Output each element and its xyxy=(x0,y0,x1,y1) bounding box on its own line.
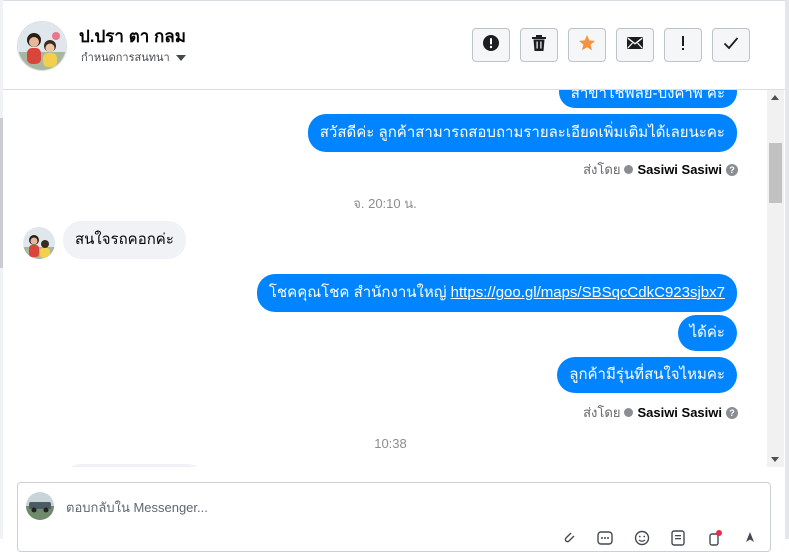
message-text: ได้ค่ะ xyxy=(689,324,725,341)
page-avatar xyxy=(26,492,54,520)
contact-avatar[interactable] xyxy=(17,21,67,71)
help-icon[interactable]: ? xyxy=(726,163,738,176)
timestamp-divider: จ. 20:10 น. xyxy=(353,196,417,211)
sender-name: Sasiwi Sasiwi xyxy=(637,162,722,177)
sent-by-label: ส่งโดย xyxy=(583,405,621,420)
attach-icon[interactable] xyxy=(560,529,580,547)
star-icon xyxy=(578,34,596,57)
conversation-settings-dropdown[interactable]: กำหนดการสนทนา xyxy=(81,48,186,66)
verified-icon xyxy=(624,165,634,174)
conversation-settings-label: กำหนดการสนทนา xyxy=(81,52,170,64)
message-text: สาขาไชพิลย์-ปิงคาพ ค่ะ xyxy=(570,90,725,102)
message-text: สวัสดีค่ะ ลูกค้าสามารถสอบถามรายละเอียดเพ… xyxy=(319,124,725,141)
mark-unread-button[interactable] xyxy=(616,28,654,62)
template-icon[interactable] xyxy=(668,529,688,547)
right-page-edge xyxy=(785,0,789,539)
help-icon[interactable]: ? xyxy=(726,406,738,419)
check-icon xyxy=(723,36,739,55)
emoji-icon[interactable] xyxy=(632,529,652,547)
message-text: สนใจรถคอกค่ะ xyxy=(75,231,174,248)
sent-by-line: ส่งโดย Sasiwi Sasiwi ? xyxy=(583,402,738,423)
scroll-up-arrow-icon[interactable] xyxy=(771,95,779,100)
mark-spam-button[interactable] xyxy=(472,28,510,62)
message-bubble-outgoing: สวัสดีค่ะ ลูกค้าสามารถสอบถามรายละเอียดเพ… xyxy=(307,114,737,152)
star-button[interactable] xyxy=(568,28,606,62)
message-bubble-outgoing: โชคคุณโชค สำนักงานใหญ่ https://goo.gl/ma… xyxy=(256,274,737,312)
message-bubble-outgoing: ได้ค่ะ xyxy=(677,315,737,351)
saved-reply-icon[interactable] xyxy=(595,529,615,547)
exclamation-icon xyxy=(680,35,686,56)
message-bubble-outgoing: สาขาไชพิลย์-ปิงคาพ ค่ะ xyxy=(558,90,737,108)
map-link[interactable]: https://goo.gl/maps/SBSqcCdkC923sjbx7 xyxy=(451,284,725,301)
reply-input[interactable] xyxy=(66,497,706,517)
reply-composer xyxy=(17,482,771,552)
verified-icon xyxy=(624,408,634,417)
notification-icon[interactable] xyxy=(704,529,724,547)
mark-done-button[interactable] xyxy=(712,28,750,62)
conversation-header: ป.ปรา ตา กลม กำหนดการสนทนา xyxy=(3,1,785,90)
delete-button[interactable] xyxy=(520,28,558,62)
chat-scrollbar[interactable] xyxy=(767,90,784,467)
message-bubble-incoming: สนใจรถคอกค่ะ xyxy=(63,221,186,259)
sender-name: Sasiwi Sasiwi xyxy=(637,405,722,420)
timestamp-divider: 10:38 xyxy=(374,436,407,451)
message-text: ลูกค้ามีรุ่นที่สนใจไหมคะ xyxy=(569,366,725,383)
message-text: โชคคุณโชค สำนักงานใหญ่ xyxy=(268,284,447,301)
trash-icon xyxy=(531,34,547,57)
contact-avatar-small[interactable] xyxy=(23,227,55,259)
follow-up-button[interactable] xyxy=(664,28,702,62)
message-thread: สาขาไชพิลย์-ปิงคาพ ค่ะ สวัสดีค่ะ ลูกค้าส… xyxy=(3,90,767,467)
message-bubble-outgoing: ลูกค้ามีรุ่นที่สนใจไหมคะ xyxy=(557,357,737,393)
scrollbar-thumb[interactable] xyxy=(769,143,782,203)
send-icon[interactable] xyxy=(740,529,760,547)
mail-icon xyxy=(626,36,644,55)
contact-name: ป.ปรา ตา กลม xyxy=(79,27,186,46)
sent-by-label: ส่งโดย xyxy=(583,162,621,177)
scroll-down-arrow-icon[interactable] xyxy=(771,457,779,462)
alert-circle-icon xyxy=(482,34,500,57)
sent-by-line: ส่งโดย Sasiwi Sasiwi ? xyxy=(583,159,738,180)
caret-down-icon xyxy=(175,55,186,61)
